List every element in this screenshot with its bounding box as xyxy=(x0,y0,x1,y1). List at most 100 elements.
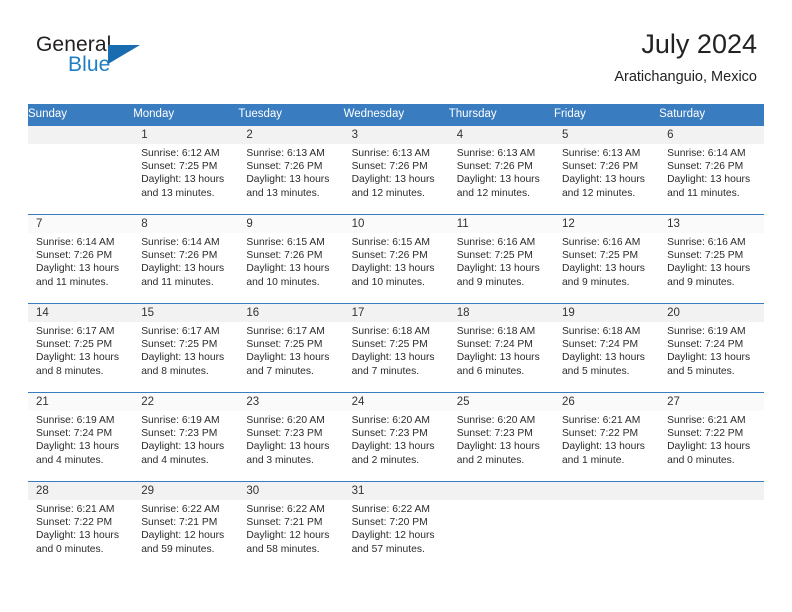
calendar-day-cell[interactable]: 5 Sunrise: 6:13 AM Sunset: 7:26 PM Daylight… xyxy=(553,124,660,214)
daylight-duration-line2: and 9 minutes. xyxy=(561,276,630,288)
calendar-week-row: 28 Sunrise: 6:21 AM Sunset: 7:22 PM Dayligh… xyxy=(28,480,765,570)
day-number: 8 xyxy=(133,214,239,233)
calendar-day-cell[interactable]: 28 Sunrise: 6:21 AM Sunset: 7:22 PM Dayligh… xyxy=(28,480,134,570)
calendar-day-cell[interactable]: 18 Sunrise: 6:18 AM Sunset: 7:24 PM Dayligh… xyxy=(448,302,554,392)
calendar-day-cell[interactable]: 26 Sunrise: 6:21 AM Sunset: 7:22 PM Dayligh… xyxy=(553,391,660,481)
calendar-day-cell[interactable]: 20 Sunrise: 6:19 AM Sunset: 7:24 PM Dayligh… xyxy=(659,302,765,392)
sunrise-time: Sunrise: 6:20 AM xyxy=(246,414,325,426)
general-blue-logo[interactable]: General Blue xyxy=(36,33,236,85)
day-number: 30 xyxy=(238,481,344,500)
calendar-day-cell[interactable]: 24 Sunrise: 6:20 AM Sunset: 7:23 PM Dayligh… xyxy=(343,391,449,481)
calendar-cell-empty xyxy=(448,480,554,570)
calendar-day-cell[interactable]: 12 Sunrise: 6:16 AM Sunset: 7:25 PM Dayligh… xyxy=(553,213,660,303)
sunrise-time: Sunrise: 6:13 AM xyxy=(561,147,641,159)
calendar-day-cell[interactable]: 31 Sunrise: 6:22 AM Sunset: 7:20 PM Dayligh… xyxy=(343,480,449,570)
calendar-day-cell[interactable]: 25 Sunrise: 6:20 AM Sunset: 7:23 PM Dayligh… xyxy=(448,391,554,481)
sunset-time: Sunset: 7:21 PM xyxy=(246,516,323,528)
sunset-time: Sunset: 7:25 PM xyxy=(141,160,218,172)
calendar-day-cell[interactable]: 8 Sunrise: 6:14 AM Sunset: 7:26 PM Daylight… xyxy=(133,213,239,303)
day-number: 29 xyxy=(133,481,239,500)
day-details: Sunrise: 6:20 AM Sunset: 7:23 PM Daylight:… xyxy=(449,411,554,468)
daylight-duration-line1: Daylight: 13 hours xyxy=(456,441,540,453)
sunset-time: Sunset: 7:24 PM xyxy=(561,338,639,350)
calendar-day-cell[interactable]: 21 Sunrise: 6:19 AM Sunset: 7:24 PM Dayligh… xyxy=(28,391,134,481)
calendar-day-cell[interactable]: 14 Sunrise: 6:17 AM Sunset: 7:25 PM Dayligh… xyxy=(28,302,134,392)
daylight-duration-line1: Daylight: 13 hours xyxy=(246,174,330,186)
weekday-header-wednesday: Wednesday xyxy=(343,104,449,125)
sunset-time: Sunset: 7:25 PM xyxy=(141,338,218,350)
daylight-duration-line2: and 7 minutes. xyxy=(246,365,314,377)
calendar-day-cell[interactable]: 1 Sunrise: 6:12 AM Sunset: 7:25 PM Daylight… xyxy=(133,124,239,214)
day-details: Sunrise: 6:16 AM Sunset: 7:25 PM Daylight:… xyxy=(659,233,764,290)
daylight-duration-line1: Daylight: 13 hours xyxy=(456,263,540,275)
sunrise-time: Sunrise: 6:16 AM xyxy=(456,236,536,248)
calendar-day-cell[interactable]: 9 Sunrise: 6:15 AM Sunset: 7:26 PM Daylight… xyxy=(238,213,344,303)
day-details: Sunrise: 6:13 AM Sunset: 7:26 PM Daylight:… xyxy=(238,144,343,201)
sunset-time: Sunset: 7:26 PM xyxy=(36,249,113,261)
sunrise-time: Sunrise: 6:22 AM xyxy=(351,503,430,515)
sunrise-time: Sunrise: 6:20 AM xyxy=(456,414,536,426)
day-details: Sunrise: 6:21 AM Sunset: 7:22 PM Daylight:… xyxy=(28,500,133,557)
sunrise-time: Sunrise: 6:18 AM xyxy=(351,325,430,337)
calendar-day-cell[interactable]: 17 Sunrise: 6:18 AM Sunset: 7:25 PM Dayligh… xyxy=(343,302,449,392)
day-details: Sunrise: 6:22 AM Sunset: 7:21 PM Daylight:… xyxy=(238,500,343,557)
calendar-day-cell[interactable]: 19 Sunrise: 6:18 AM Sunset: 7:24 PM Dayligh… xyxy=(553,302,660,392)
day-number xyxy=(553,481,660,500)
day-details: Sunrise: 6:22 AM Sunset: 7:21 PM Daylight:… xyxy=(133,500,238,557)
day-number: 21 xyxy=(28,392,134,411)
day-details: Sunrise: 6:20 AM Sunset: 7:23 PM Daylight:… xyxy=(238,411,343,468)
daylight-duration-line2: and 4 minutes. xyxy=(141,454,209,466)
sunset-time: Sunset: 7:22 PM xyxy=(667,427,744,439)
daylight-duration-line1: Daylight: 13 hours xyxy=(667,441,751,453)
sunrise-time: Sunrise: 6:16 AM xyxy=(667,236,746,248)
sunrise-time: Sunrise: 6:17 AM xyxy=(141,325,220,337)
daylight-duration-line2: and 11 minutes. xyxy=(36,276,109,288)
calendar-day-cell[interactable]: 23 Sunrise: 6:20 AM Sunset: 7:23 PM Dayligh… xyxy=(238,391,344,481)
calendar-day-cell[interactable]: 10 Sunrise: 6:15 AM Sunset: 7:26 PM Dayligh… xyxy=(343,213,449,303)
triangle-icon xyxy=(108,45,140,64)
daylight-duration-line1: Daylight: 13 hours xyxy=(351,441,435,453)
sunrise-time: Sunrise: 6:15 AM xyxy=(351,236,430,248)
day-number xyxy=(659,481,765,500)
day-number: 13 xyxy=(659,214,765,233)
daylight-duration-line2: and 57 minutes. xyxy=(351,543,425,555)
daylight-duration-line2: and 12 minutes. xyxy=(456,187,531,199)
day-number: 6 xyxy=(659,125,765,144)
calendar-day-cell[interactable]: 2 Sunrise: 6:13 AM Sunset: 7:26 PM Daylight… xyxy=(238,124,344,214)
sunrise-time: Sunrise: 6:19 AM xyxy=(141,414,220,426)
calendar-week-row: 1 Sunrise: 6:12 AM Sunset: 7:25 PM Daylight… xyxy=(28,124,765,214)
day-number: 14 xyxy=(28,303,134,322)
calendar-day-cell[interactable]: 7 Sunrise: 6:14 AM Sunset: 7:26 PM Daylight… xyxy=(28,213,134,303)
daylight-duration-line2: and 8 minutes. xyxy=(36,365,104,377)
day-number: 15 xyxy=(133,303,239,322)
calendar-day-cell[interactable]: 22 Sunrise: 6:19 AM Sunset: 7:23 PM Dayligh… xyxy=(133,391,239,481)
daylight-duration-line1: Daylight: 13 hours xyxy=(246,263,330,275)
sunset-time: Sunset: 7:25 PM xyxy=(456,249,533,261)
daylight-duration-line2: and 58 minutes. xyxy=(246,543,320,555)
day-details: Sunrise: 6:16 AM Sunset: 7:25 PM Daylight:… xyxy=(449,233,554,290)
calendar-weekday-header-row: Sunday Monday Tuesday Wednesday Thursday… xyxy=(28,104,765,125)
day-details: Sunrise: 6:18 AM Sunset: 7:24 PM Daylight:… xyxy=(554,322,659,379)
calendar-day-cell[interactable]: 15 Sunrise: 6:17 AM Sunset: 7:25 PM Dayligh… xyxy=(133,302,239,392)
daylight-duration-line2: and 10 minutes. xyxy=(246,276,320,288)
calendar-week-row: 21 Sunrise: 6:19 AM Sunset: 7:24 PM Dayligh… xyxy=(28,391,765,481)
day-number: 10 xyxy=(343,214,449,233)
calendar-day-cell[interactable]: 13 Sunrise: 6:16 AM Sunset: 7:25 PM Dayligh… xyxy=(659,213,765,303)
calendar-day-cell[interactable]: 29 Sunrise: 6:22 AM Sunset: 7:21 PM Dayligh… xyxy=(133,480,239,570)
calendar-day-cell[interactable]: 11 Sunrise: 6:16 AM Sunset: 7:25 PM Dayligh… xyxy=(448,213,554,303)
calendar-day-cell[interactable]: 27 Sunrise: 6:21 AM Sunset: 7:22 PM Dayligh… xyxy=(659,391,765,481)
title-block: July 2024 Aratichanguio, Mexico xyxy=(614,28,757,87)
sunset-time: Sunset: 7:26 PM xyxy=(351,249,428,261)
sunrise-time: Sunrise: 6:13 AM xyxy=(351,147,430,159)
sunrise-time: Sunrise: 6:21 AM xyxy=(561,414,641,426)
calendar-day-cell[interactable]: 16 Sunrise: 6:17 AM Sunset: 7:25 PM Dayligh… xyxy=(238,302,344,392)
daylight-duration-line2: and 12 minutes. xyxy=(561,187,636,199)
daylight-duration-line1: Daylight: 13 hours xyxy=(561,174,645,186)
calendar-day-cell[interactable]: 30 Sunrise: 6:22 AM Sunset: 7:21 PM Dayligh… xyxy=(238,480,344,570)
day-number: 20 xyxy=(659,303,765,322)
sunrise-time: Sunrise: 6:22 AM xyxy=(141,503,220,515)
calendar-day-cell[interactable]: 6 Sunrise: 6:14 AM Sunset: 7:26 PM Daylight… xyxy=(659,124,765,214)
day-details: Sunrise: 6:14 AM Sunset: 7:26 PM Daylight:… xyxy=(659,144,764,201)
calendar-day-cell[interactable]: 3 Sunrise: 6:13 AM Sunset: 7:26 PM Daylight… xyxy=(343,124,449,214)
calendar-day-cell[interactable]: 4 Sunrise: 6:13 AM Sunset: 7:26 PM Daylight… xyxy=(448,124,554,214)
